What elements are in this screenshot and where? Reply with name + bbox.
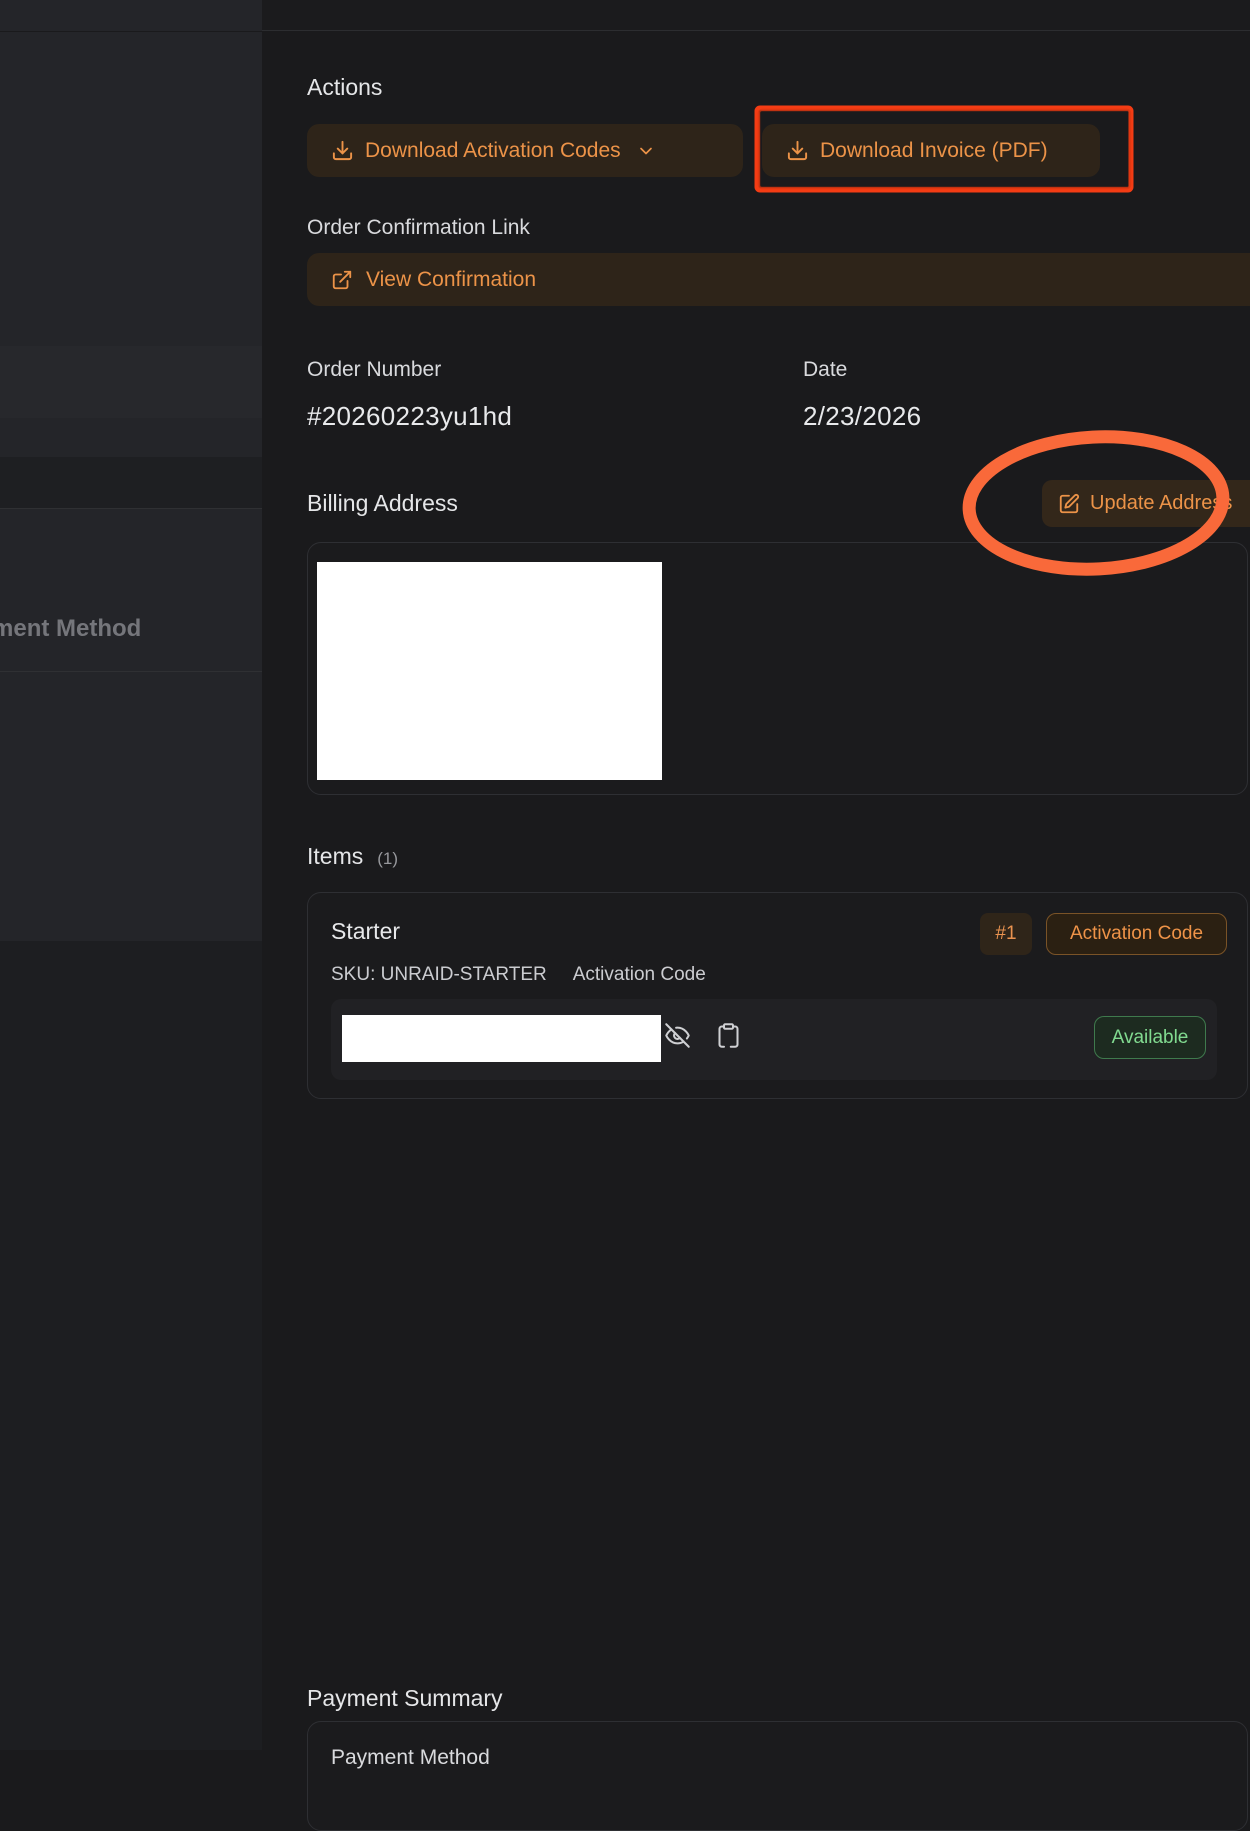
background-divider [0,508,262,509]
order-date-label: Date [803,358,847,382]
update-address-label: Update Address [1090,492,1232,515]
download-activation-codes-button[interactable]: Download Activation Codes [307,124,743,177]
background-lower-section [0,941,262,1750]
order-confirmation-link-label: Order Confirmation Link [307,216,530,240]
download-invoice-label: Download Invoice (PDF) [820,139,1048,163]
page-top-bar-left [0,0,262,31]
payment-summary-heading: Payment Summary [307,1685,503,1712]
item-sku: SKU: UNRAID-STARTER [331,964,547,986]
download-invoice-button[interactable]: Download Invoice (PDF) [762,124,1100,177]
payment-summary-card: Payment Method [307,1721,1248,1831]
background-row-dark [0,457,262,508]
toggle-code-visibility-button[interactable] [664,1022,691,1052]
download-activation-codes-label: Download Activation Codes [365,139,621,163]
item-sku-row: SKU: UNRAID-STARTER Activation Code [331,964,706,986]
actions-heading: Actions [307,74,382,101]
redacted-billing-address [317,562,662,780]
background-page-panel: ment Method PE [0,32,262,1750]
download-icon [331,139,354,162]
background-section-title-partial: ment Method [0,615,141,643]
order-details-screen: { "background_page": { "section_label_pa… [0,0,1250,1750]
items-heading-row: Items (1) [307,843,398,870]
background-divider [0,671,262,672]
items-heading: Items [307,843,363,870]
order-date-value: 2/23/2026 [803,401,921,432]
activation-code-row: Available [331,999,1217,1080]
item-license-type: Activation Code [573,964,706,986]
item-index-badge: #1 [980,913,1032,955]
billing-address-heading: Billing Address [307,490,458,517]
copy-code-button[interactable] [715,1022,742,1052]
redacted-activation-code [342,1015,661,1062]
billing-address-card [307,542,1248,795]
chevron-down-icon [636,141,656,161]
item-type-badge: Activation Code [1046,913,1227,955]
eye-off-icon [664,1022,691,1049]
view-confirmation-button[interactable]: View Confirmation [307,253,1250,306]
page-top-bar [0,0,1250,31]
item-name: Starter [331,918,400,945]
item-card: Starter #1 Activation Code SKU: UNRAID-S… [307,892,1248,1099]
edit-pencil-icon [1058,493,1080,515]
external-link-icon [331,269,353,291]
code-status-badge: Available [1094,1016,1206,1059]
items-count: (1) [377,849,398,869]
view-confirmation-label: View Confirmation [366,268,536,292]
order-number-label: Order Number [307,358,441,382]
update-address-button[interactable]: Update Address [1042,480,1250,527]
background-row-highlight [0,346,262,418]
copy-icon [715,1022,742,1049]
order-number-value: #20260223yu1hd [307,401,512,432]
order-drawer: Actions Download Activation Codes Downlo… [262,32,1250,1750]
download-icon [786,139,809,162]
